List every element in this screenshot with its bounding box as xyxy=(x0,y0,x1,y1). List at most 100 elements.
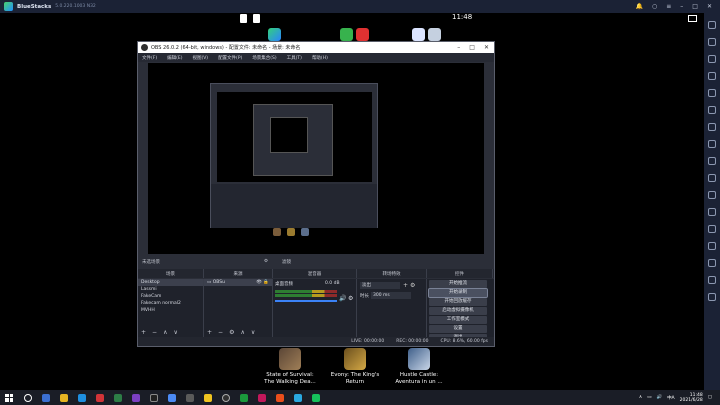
app-icon[interactable] xyxy=(276,393,284,402)
add-icon[interactable]: + xyxy=(207,329,212,336)
taskbar-clock[interactable]: 11:48 2021/6/28 xyxy=(680,393,703,403)
menu-view[interactable]: 视图(V) xyxy=(192,55,208,61)
visual-studio-icon[interactable] xyxy=(132,393,140,402)
add-icon[interactable]: + xyxy=(141,329,146,336)
scenes-toolbar: + − ∧ ∨ xyxy=(138,328,203,337)
scene-item[interactable]: MVHH xyxy=(138,307,203,314)
speaker-icon[interactable]: 🔊 xyxy=(339,295,346,302)
menu-file[interactable]: 文件(F) xyxy=(142,55,157,61)
gear-icon[interactable]: ⚙ xyxy=(264,259,268,264)
menu-edit[interactable]: 编辑(E) xyxy=(167,55,182,61)
settings-app-icon[interactable] xyxy=(428,28,441,41)
scene-item[interactable]: FakeCam xyxy=(138,293,203,300)
remove-icon[interactable]: − xyxy=(218,329,223,336)
app-tile[interactable]: Hustle Castle: Aventura in un ... xyxy=(384,348,454,386)
app-icon[interactable] xyxy=(96,393,104,402)
move-down-icon[interactable]: ∨ xyxy=(173,329,177,336)
notification-icon[interactable]: ▢ xyxy=(708,395,712,400)
app-icon[interactable] xyxy=(186,393,194,402)
volume-icon[interactable] xyxy=(708,38,716,46)
volume-icon[interactable]: 🔊 xyxy=(656,395,662,400)
tray-arrow-icon[interactable]: ∧ xyxy=(639,395,642,400)
windows-start-icon[interactable] xyxy=(5,393,13,402)
settings-button[interactable]: 设置 xyxy=(429,325,487,333)
source-item[interactable]: ▭ OBSu 👁 🔒 xyxy=(204,279,272,286)
app-icon[interactable] xyxy=(168,393,176,402)
duration-input[interactable]: 300 ms xyxy=(371,292,411,299)
close-icon[interactable]: ✕ xyxy=(484,44,489,51)
move-down-icon[interactable]: ∨ xyxy=(251,329,255,336)
shake-icon[interactable] xyxy=(708,157,716,165)
input-language[interactable]: 中A xyxy=(667,395,675,401)
gear-icon[interactable]: ⚙ xyxy=(348,295,353,302)
obs-preview[interactable] xyxy=(148,63,484,254)
screenshot-icon[interactable] xyxy=(708,89,716,97)
home-icon[interactable] xyxy=(708,276,716,284)
start-replay-buffer-button[interactable]: 开始回放缓存 xyxy=(429,298,487,306)
studio-mode-button[interactable]: 工作室模式 xyxy=(429,316,487,324)
apk-icon[interactable] xyxy=(708,123,716,131)
app-icon[interactable] xyxy=(258,393,266,402)
menu-tools[interactable]: 工具(T) xyxy=(287,55,302,61)
menu-profile[interactable]: 配置文件(P) xyxy=(218,55,242,61)
back-icon[interactable] xyxy=(708,259,716,267)
filters-label[interactable]: 滤镜 xyxy=(282,259,291,265)
rotate-icon[interactable] xyxy=(708,174,716,182)
location-icon[interactable] xyxy=(708,191,716,199)
obs-taskbar-icon[interactable] xyxy=(222,393,230,402)
search-icon[interactable] xyxy=(24,393,32,402)
eco-icon[interactable] xyxy=(708,208,716,216)
move-up-icon[interactable]: ∧ xyxy=(163,329,167,336)
menu-icon[interactable]: ≡ xyxy=(666,3,671,10)
move-up-icon[interactable]: ∧ xyxy=(240,329,244,336)
gear-icon[interactable]: ⚙ xyxy=(410,282,415,289)
close-icon[interactable]: ✕ xyxy=(707,3,712,10)
volume-slider[interactable] xyxy=(275,300,337,302)
recent-apps-icon[interactable] xyxy=(708,293,716,301)
menu-help[interactable]: 帮助(H) xyxy=(312,55,328,61)
keyboard-icon[interactable] xyxy=(708,55,716,63)
app-icon[interactable] xyxy=(204,393,212,402)
app-icon[interactable] xyxy=(114,393,122,402)
app-icon[interactable] xyxy=(294,393,302,402)
edge-icon[interactable] xyxy=(78,393,86,402)
terminal-icon[interactable] xyxy=(150,393,158,402)
visibility-lock-icons[interactable]: 👁 🔒 xyxy=(256,279,272,286)
add-icon[interactable]: + xyxy=(403,282,408,289)
record-icon[interactable] xyxy=(708,106,716,114)
play-store-icon[interactable] xyxy=(268,28,281,41)
settings-icon[interactable] xyxy=(708,242,716,250)
maximize-icon[interactable]: □ xyxy=(692,3,698,10)
app-icon[interactable] xyxy=(356,28,369,41)
app-tile[interactable]: Evony: The King's Return xyxy=(322,348,388,386)
app-tile[interactable]: State of Survival: The Walking Dea... xyxy=(255,348,325,386)
scene-item[interactable]: Fakecam normal2 xyxy=(138,300,203,307)
folder-icon[interactable] xyxy=(708,140,716,148)
start-recording-button[interactable]: 开始录制 xyxy=(428,288,488,298)
start-streaming-button[interactable]: 开始推流 xyxy=(429,280,487,288)
rec-time: REC: 00:00:00 xyxy=(396,339,429,344)
minimize-icon[interactable]: – xyxy=(680,3,683,10)
gamepad-icon[interactable] xyxy=(708,72,716,80)
scene-item[interactable]: Desktop xyxy=(138,279,203,286)
app-icon[interactable] xyxy=(240,393,248,402)
minimize-icon[interactable]: – xyxy=(457,44,460,51)
maximize-icon[interactable]: □ xyxy=(469,44,475,51)
obs-status-bar: LIVE: 00:00:00 REC: 00:00:00 CPU: 8.6%, … xyxy=(138,337,494,346)
bell-icon[interactable]: 🔔 xyxy=(636,3,643,10)
start-virtual-camera-button[interactable]: 启动虚拟摄像机 xyxy=(429,307,487,315)
network-icon[interactable]: ▭ xyxy=(647,395,651,400)
file-explorer-icon[interactable] xyxy=(60,393,68,402)
camera-app-icon[interactable] xyxy=(412,28,425,41)
gear-icon[interactable]: ⚙ xyxy=(229,329,234,336)
multi-instance-icon[interactable] xyxy=(708,225,716,233)
scene-item[interactable]: Lassmi xyxy=(138,286,203,293)
app-icon[interactable] xyxy=(340,28,353,41)
account-icon[interactable]: ○ xyxy=(652,3,657,10)
menu-scene-collection[interactable]: 场景集合(S) xyxy=(252,55,276,61)
task-view-icon[interactable] xyxy=(42,393,50,402)
transition-select[interactable]: 淡出 xyxy=(360,282,400,289)
remove-icon[interactable]: − xyxy=(152,329,157,336)
bluestacks-taskbar-icon[interactable] xyxy=(312,393,320,402)
fullscreen-icon[interactable] xyxy=(708,21,716,29)
